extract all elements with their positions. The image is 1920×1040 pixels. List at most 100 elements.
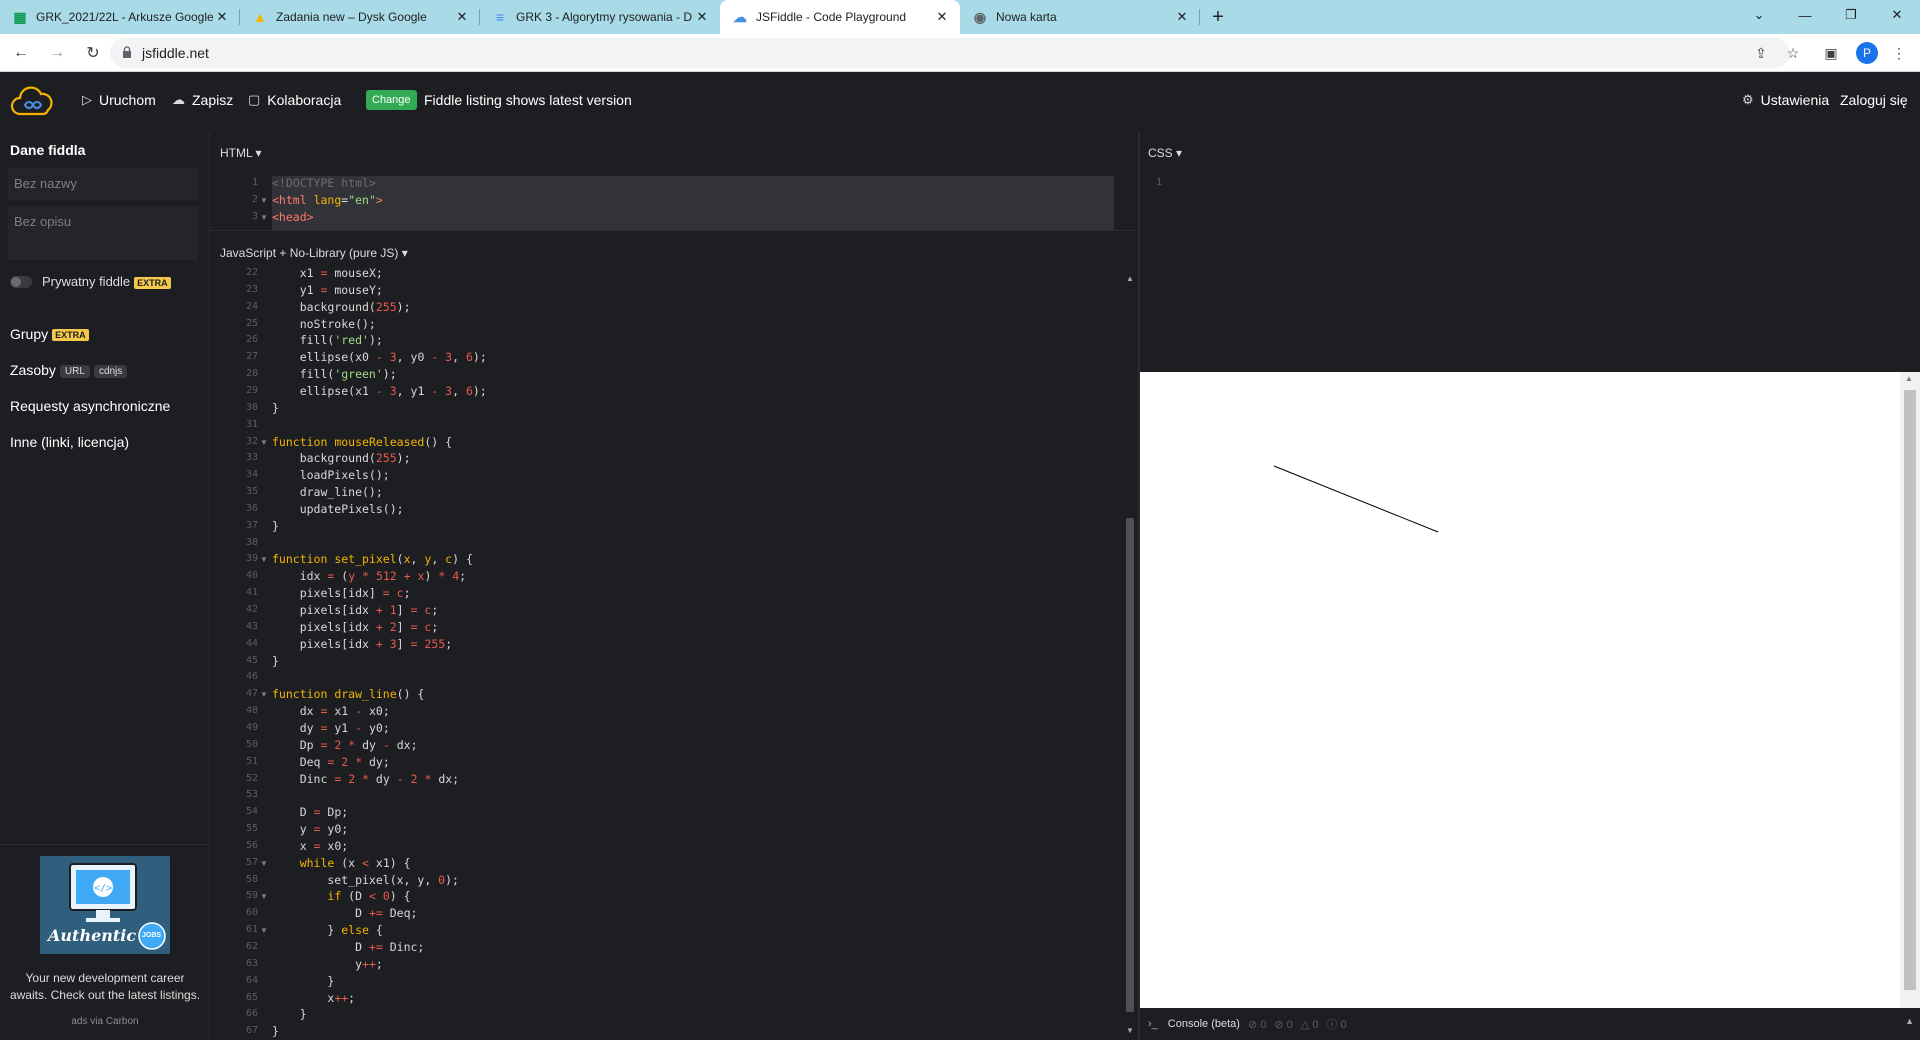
js-scrollbar[interactable]: ▲ ▼ <box>1124 272 1136 1040</box>
browser-tab[interactable]: ▦ GRK_2021/22L - Arkusze Google ✕ <box>0 0 240 34</box>
result-iframe[interactable] <box>1140 372 1920 1008</box>
cdnjs-pill[interactable]: cdnjs <box>93 364 128 378</box>
code-line[interactable]: y = y0; <box>272 822 349 836</box>
css-panel-label[interactable]: CSS ▾ <box>1148 146 1182 160</box>
code-line[interactable]: Deq = 2 * dy; <box>272 755 390 769</box>
browser-tab[interactable]: ≡ GRK 3 - Algorytmy rysowania - D ✕ <box>480 0 720 34</box>
close-window-icon[interactable]: ✕ <box>1874 0 1920 30</box>
code-line[interactable]: ellipse(x0 - 3, y0 - 3, 6); <box>272 350 487 364</box>
code-line[interactable]: while (x < x1) { <box>272 856 411 870</box>
code-line[interactable]: pixels[idx] = c; <box>272 586 411 600</box>
console-label[interactable]: Console (beta) <box>1168 1018 1240 1030</box>
panel-divider[interactable] <box>210 230 1140 231</box>
code-line[interactable]: x = x0; <box>272 839 349 853</box>
ad-image[interactable]: </> Authentic JOBS <box>40 856 170 954</box>
fold-arrow-icon[interactable]: ▼ <box>260 213 268 222</box>
code-line[interactable]: } <box>272 1024 279 1038</box>
code-line[interactable]: } <box>272 519 279 533</box>
code-line[interactable]: fill('red'); <box>272 333 383 347</box>
ad-text[interactable]: Your new development career awaits. Chec… <box>8 970 202 1004</box>
code-line[interactable]: fill('green'); <box>272 367 397 381</box>
fold-arrow-icon[interactable]: ▼ <box>260 892 268 901</box>
code-line[interactable]: draw_line(); <box>272 485 383 499</box>
tab-search-icon[interactable]: ⌄ <box>1736 0 1782 30</box>
sidebar-item-other[interactable]: Inne (linki, licencja) <box>10 434 129 450</box>
fiddle-name-input[interactable]: Bez nazwy <box>8 168 198 200</box>
url-pill[interactable]: URL <box>59 364 90 378</box>
code-line[interactable]: dy = y1 - y0; <box>272 721 390 735</box>
code-line[interactable]: background(255); <box>272 451 411 465</box>
scroll-down-icon[interactable]: ▼ <box>1126 1026 1134 1035</box>
code-line[interactable]: y1 = mouseY; <box>272 283 383 297</box>
run-button[interactable]: ▷ Uruchom <box>82 92 156 108</box>
html-panel-label[interactable]: HTML ▾ <box>220 146 262 160</box>
js-panel-label[interactable]: JavaScript + No-Library (pure JS) ▾ <box>220 246 408 260</box>
share-icon[interactable]: ⇪ <box>1750 42 1772 64</box>
reload-icon[interactable]: ↻ <box>78 38 108 68</box>
back-icon[interactable]: ← <box>6 38 36 68</box>
fold-arrow-icon[interactable]: ▼ <box>260 859 268 868</box>
code-line[interactable]: pixels[idx + 3] = 255; <box>272 637 452 651</box>
side-panel-icon[interactable]: ▣ <box>1820 42 1842 64</box>
restore-icon[interactable]: ❐ <box>1828 0 1874 30</box>
console-bar[interactable]: ›_ Console (beta) ⊘ 0 ⊘ 0 △ 0 ⓘ 0 ▲ <box>1140 1008 1920 1040</box>
code-line[interactable]: <head> <box>272 210 314 224</box>
code-line[interactable]: ellipse(x1 - 3, y1 - 3, 6); <box>272 384 487 398</box>
close-tab-icon[interactable]: ✕ <box>934 9 950 25</box>
code-line[interactable]: function draw_line() { <box>272 687 424 701</box>
close-tab-icon[interactable]: ✕ <box>454 9 470 25</box>
fiddle-description-input[interactable]: Bez opisu <box>8 206 198 260</box>
code-line[interactable]: } <box>272 1007 307 1021</box>
minimize-icon[interactable]: — <box>1782 0 1828 30</box>
code-line[interactable]: Dp = 2 * dy - dx; <box>272 738 418 752</box>
console-expand-icon[interactable]: ▲ <box>1905 1016 1914 1026</box>
browser-tab[interactable]: ☁ JSFiddle - Code Playground ✕ <box>720 0 960 34</box>
scroll-up-icon[interactable]: ▲ <box>1905 374 1913 383</box>
code-line[interactable]: Dinc = 2 * dy - 2 * dx; <box>272 772 459 786</box>
code-line[interactable]: function set_pixel(x, y, c) { <box>272 552 473 566</box>
result-canvas[interactable] <box>1140 372 1900 1008</box>
fold-arrow-icon[interactable]: ▼ <box>260 555 268 564</box>
browser-tab[interactable]: ▲ Zadania new – Dysk Google ✕ <box>240 0 480 34</box>
code-line[interactable]: } <box>272 401 279 415</box>
code-line[interactable]: } <box>272 654 279 668</box>
code-line[interactable]: y++; <box>272 957 383 971</box>
code-line[interactable]: D += Deq; <box>272 906 417 920</box>
code-line[interactable]: <!DOCTYPE html> <box>272 176 376 190</box>
close-tab-icon[interactable]: ✕ <box>694 9 710 25</box>
fold-arrow-icon[interactable]: ▼ <box>260 926 268 935</box>
css-panel[interactable] <box>1140 132 1920 372</box>
sidebar-item-resources[interactable]: Zasoby URL cdnjs <box>10 362 128 378</box>
menu-kebab-icon[interactable]: ⋮ <box>1888 42 1910 64</box>
settings-button[interactable]: ⚙ Ustawienia <box>1742 92 1829 108</box>
code-line[interactable]: } else { <box>272 923 382 937</box>
private-toggle[interactable] <box>10 276 32 288</box>
ad-via-carbon[interactable]: ads via Carbon <box>0 1016 210 1027</box>
code-line[interactable]: } <box>272 974 334 988</box>
change-badge[interactable]: Change <box>366 90 417 110</box>
close-tab-icon[interactable]: ✕ <box>214 9 230 25</box>
save-button[interactable]: ☁ Zapisz <box>172 92 233 108</box>
code-line[interactable]: idx = (y * 512 + x) * 4; <box>272 569 466 583</box>
login-button[interactable]: Zaloguj się <box>1840 92 1908 108</box>
forward-icon[interactable]: → <box>42 38 72 68</box>
new-tab-icon[interactable]: + <box>1200 0 1236 34</box>
sidebar-item-async-requests[interactable]: Requesty asynchroniczne <box>10 398 170 414</box>
fold-arrow-icon[interactable]: ▼ <box>260 438 268 447</box>
js-scrollbar-thumb[interactable] <box>1126 518 1134 1012</box>
result-scrollbar-thumb[interactable] <box>1904 390 1916 990</box>
code-line[interactable]: noStroke(); <box>272 317 376 331</box>
code-line[interactable]: function mouseReleased() { <box>272 435 452 449</box>
code-line[interactable]: if (D < 0) { <box>272 889 410 903</box>
bookmark-star-icon[interactable]: ☆ <box>1782 42 1804 64</box>
code-line[interactable]: background(255); <box>272 300 411 314</box>
code-line[interactable]: D += Dinc; <box>272 940 424 954</box>
jsfiddle-logo-icon[interactable] <box>10 84 56 118</box>
code-line[interactable]: dx = x1 - x0; <box>272 704 390 718</box>
code-line[interactable]: x++; <box>272 991 355 1005</box>
browser-tab[interactable]: ◉ Nowa karta ✕ <box>960 0 1200 34</box>
code-line[interactable]: D = Dp; <box>272 805 349 819</box>
code-line[interactable]: pixels[idx + 1] = c; <box>272 603 439 617</box>
code-line[interactable]: updatePixels(); <box>272 502 404 516</box>
result-scrollbar[interactable]: ▲ <box>1900 372 1920 1008</box>
